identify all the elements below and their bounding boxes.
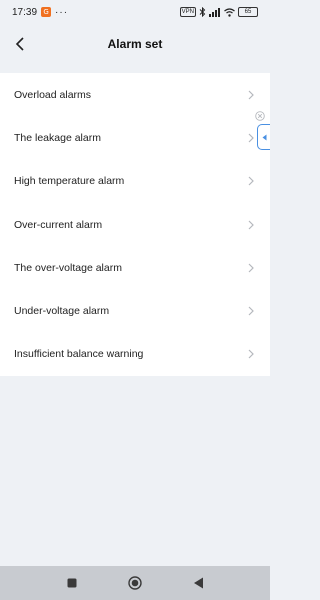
more-notifications: ··· — [55, 6, 69, 18]
floating-close-button[interactable] — [255, 111, 265, 121]
recents-button[interactable] — [64, 575, 80, 591]
floating-side-tab[interactable] — [257, 124, 270, 150]
alarm-item-label: Insufficient balance warning — [14, 348, 144, 361]
wifi-icon — [224, 7, 235, 17]
chevron-right-icon — [246, 90, 256, 100]
home-button[interactable] — [127, 575, 143, 591]
alarm-item-high-temperature[interactable]: High temperature alarm — [0, 160, 270, 203]
battery-icon: 65 — [238, 7, 258, 17]
status-time: 17:39 — [12, 6, 38, 18]
alarm-item-label: The leakage alarm — [14, 131, 101, 144]
signal-icon — [209, 7, 220, 17]
alarm-item-label: Over-current alarm — [14, 218, 103, 231]
header: Alarm set — [0, 24, 270, 64]
status-bar: 17:39 G ··· VPN 65 — [0, 0, 270, 24]
alarm-item-overload[interactable]: Overload alarms — [0, 73, 270, 116]
page-title: Alarm set — [107, 37, 163, 51]
chevron-right-icon — [246, 306, 256, 316]
back-nav-button[interactable] — [190, 575, 206, 591]
status-left: 17:39 G ··· — [12, 7, 68, 18]
close-circle-icon — [255, 111, 265, 121]
vpn-icon: VPN — [179, 7, 196, 17]
chevron-right-icon — [246, 133, 256, 143]
alarm-item-label: Under-voltage alarm — [14, 305, 110, 318]
alarm-list: Overload alarms The leakage alarm High t… — [0, 73, 270, 377]
chevron-right-icon — [246, 220, 256, 230]
system-nav-bar — [0, 566, 270, 600]
alarm-item-label: High temperature alarm — [14, 175, 125, 188]
chevron-right-icon — [246, 263, 256, 273]
alarm-item-leakage[interactable]: The leakage alarm — [0, 116, 270, 159]
chevron-right-icon — [246, 176, 256, 186]
chevron-left-icon — [15, 37, 24, 51]
square-icon — [67, 578, 77, 588]
alarm-item-under-voltage[interactable]: Under-voltage alarm — [0, 289, 270, 332]
alarm-item-label: The over-voltage alarm — [14, 261, 122, 274]
triangle-back-icon — [193, 577, 203, 589]
caret-left-icon — [262, 134, 266, 140]
app-badge-icon: G — [41, 7, 52, 17]
status-right: VPN 65 — [179, 7, 258, 17]
alarm-item-over-current[interactable]: Over-current alarm — [0, 203, 270, 246]
alarm-item-insufficient-balance[interactable]: Insufficient balance warning — [0, 333, 270, 376]
chevron-right-icon — [246, 349, 256, 359]
alarm-item-label: Overload alarms — [14, 88, 92, 101]
alarm-item-over-voltage[interactable]: The over-voltage alarm — [0, 246, 270, 289]
circle-home-icon — [128, 576, 142, 590]
back-button[interactable] — [6, 30, 34, 58]
bluetooth-icon — [199, 7, 206, 17]
